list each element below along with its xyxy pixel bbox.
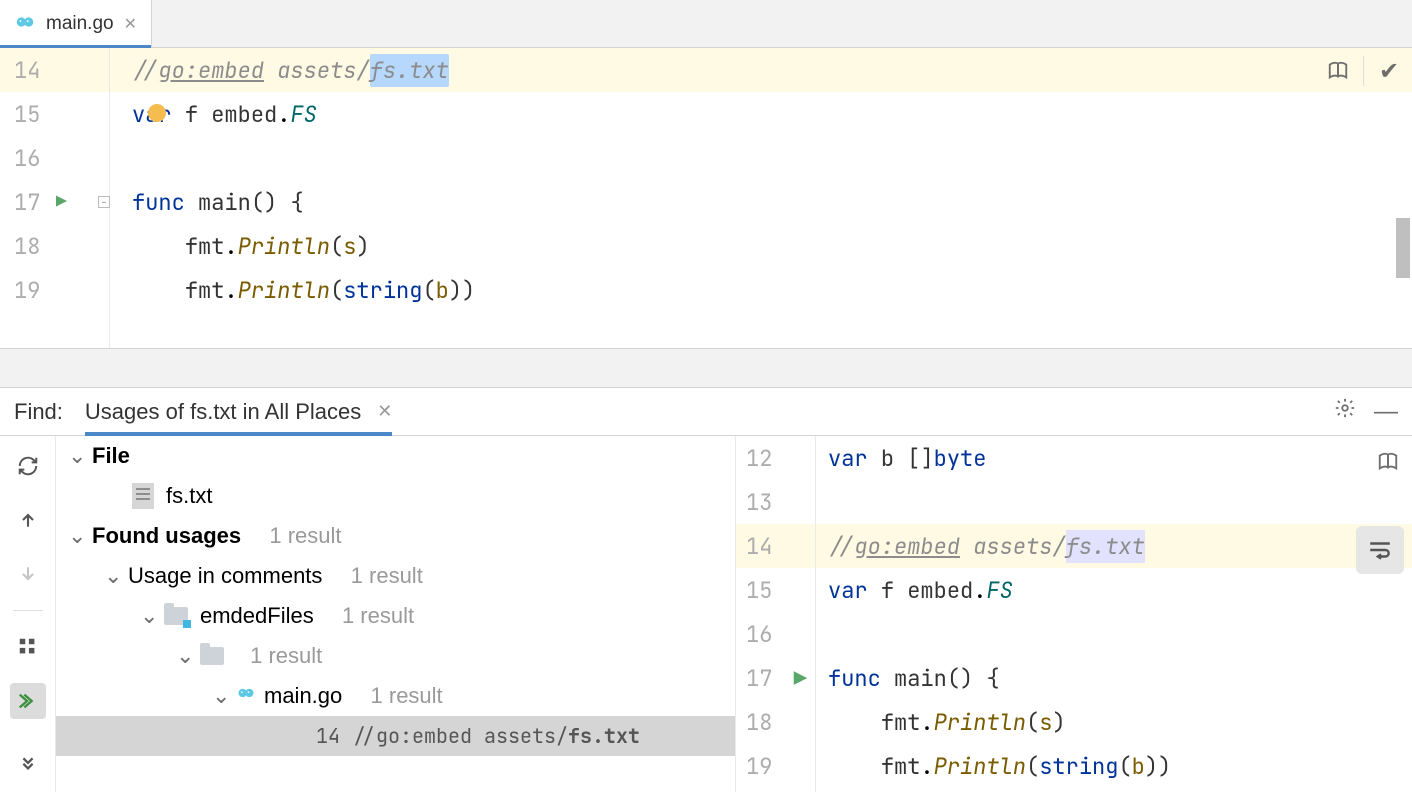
code-line	[816, 480, 1412, 524]
more-button[interactable]	[10, 744, 46, 780]
code-line: //go:embed assets/fs.txt	[110, 48, 1412, 92]
code-line	[110, 136, 1412, 180]
gutter-line: 17 ▶ –	[0, 180, 109, 224]
code-line: fmt.Println(string(b))	[816, 744, 1412, 788]
tree-node-usage-line[interactable]: 14 //go:embed assets/fs.txt	[56, 716, 735, 756]
gutter-line: 18	[736, 700, 815, 744]
tree-node-file-heading[interactable]: ⌄ File	[56, 436, 735, 476]
code-line: fmt.Println(string(b))	[110, 268, 1412, 312]
chevron-down-icon[interactable]: ⌄	[140, 603, 156, 629]
code-line: var f embed.FS	[110, 92, 1412, 136]
find-label: Find:	[14, 399, 63, 425]
next-occurrence-button[interactable]	[10, 556, 46, 592]
code-line: fmt.Println(s)	[110, 224, 1412, 268]
find-panel-header: Find: Usages of fs.txt in All Places ✕ —	[0, 388, 1412, 436]
tab-label: main.go	[46, 13, 114, 35]
code-line: //go:embed assets/fs.txt	[816, 524, 1412, 568]
reader-mode-icon[interactable]	[1372, 446, 1404, 478]
find-toolbar	[0, 436, 56, 792]
code-line: var b []byte	[816, 436, 1412, 480]
gutter-line: 19	[736, 744, 815, 788]
gutter-line: 19	[0, 268, 109, 312]
file-icon	[132, 483, 154, 509]
chevron-down-icon[interactable]: ⌄	[176, 643, 192, 669]
go-file-icon	[236, 683, 256, 709]
gutter-line: 16	[0, 136, 109, 180]
refresh-button[interactable]	[10, 448, 46, 484]
preview-gutter: 12 13 14 15 16 17▶ 18 19	[736, 436, 816, 792]
editor-gutter: 14 15 16 17 ▶ – 18 19	[0, 48, 110, 348]
code-editor[interactable]: 14 15 16 17 ▶ – 18 19 //go:embed assets/…	[0, 48, 1412, 348]
preview-content[interactable]: var b []byte //go:embed assets/fs.txt va…	[816, 436, 1412, 792]
reader-mode-icon[interactable]	[1323, 56, 1353, 86]
usages-tree[interactable]: ⌄ File fs.txt ⌄ Found usages 1 result ⌄ …	[56, 436, 736, 792]
code-line: func main() {	[816, 656, 1412, 700]
close-icon[interactable]: ✕	[377, 401, 392, 422]
chevron-down-icon[interactable]: ⌄	[104, 563, 120, 589]
tree-node-found-usages[interactable]: ⌄ Found usages 1 result	[56, 516, 735, 556]
minimize-icon[interactable]: —	[1374, 398, 1398, 426]
gutter-line: 12	[736, 436, 815, 480]
find-panel-body: ⌄ File fs.txt ⌄ Found usages 1 result ⌄ …	[0, 436, 1412, 792]
run-gutter-icon[interactable]: ▶	[794, 664, 807, 693]
tree-node-file[interactable]: fs.txt	[56, 476, 735, 516]
gutter-line: 14	[0, 48, 109, 92]
code-line	[816, 612, 1412, 656]
find-tab[interactable]: Usages of fs.txt in All Places ✕	[85, 388, 392, 435]
tree-node-package[interactable]: ⌄ 1 result	[56, 636, 735, 676]
gutter-line: 16	[736, 612, 815, 656]
panel-separator[interactable]	[0, 348, 1412, 388]
gutter-line: 17▶	[736, 656, 815, 700]
tree-node-usage-comments[interactable]: ⌄ Usage in comments 1 result	[56, 556, 735, 596]
gutter-line: 15	[0, 92, 109, 136]
code-line: fmt.Println(s)	[816, 700, 1412, 744]
selection: fs.txt	[370, 54, 449, 87]
gutter-line: 13	[736, 480, 815, 524]
go-file-icon	[14, 11, 36, 36]
fold-handle-icon[interactable]: –	[98, 196, 110, 208]
usage-preview-editor[interactable]: 12 13 14 15 16 17▶ 18 19 var b []byte //…	[736, 436, 1412, 792]
close-icon[interactable]: ✕	[124, 14, 137, 34]
gutter-line: 14	[736, 524, 815, 568]
gutter-line: 18	[0, 224, 109, 268]
prev-occurrence-button[interactable]	[10, 502, 46, 538]
tree-node-file-main-go[interactable]: ⌄ main.go 1 result	[56, 676, 735, 716]
chevron-down-icon[interactable]: ⌄	[212, 683, 228, 709]
autoscroll-to-source-button[interactable]	[10, 683, 46, 719]
editor-tab-main-go[interactable]: main.go ✕	[0, 0, 152, 47]
soft-wrap-button[interactable]	[1356, 526, 1404, 574]
inspection-ok-icon[interactable]: ✔	[1374, 56, 1404, 86]
inspection-hint-icon[interactable]	[148, 104, 166, 122]
gear-icon[interactable]	[1334, 397, 1356, 426]
editor-tab-bar: main.go ✕	[0, 0, 1412, 48]
run-gutter-icon[interactable]: ▶	[56, 191, 67, 214]
editor-content[interactable]: //go:embed assets/fs.txt var f embed.FS …	[110, 48, 1412, 348]
code-line: func main() {	[110, 180, 1412, 224]
module-folder-icon	[164, 607, 188, 625]
folder-icon	[200, 647, 224, 665]
tree-node-module[interactable]: ⌄ emdedFiles 1 result	[56, 596, 735, 636]
gutter-line: 15	[736, 568, 815, 612]
group-by-button[interactable]	[10, 629, 46, 665]
code-line: var f embed.FS	[816, 568, 1412, 612]
chevron-down-icon[interactable]: ⌄	[68, 443, 84, 469]
chevron-down-icon[interactable]: ⌄	[68, 523, 84, 549]
